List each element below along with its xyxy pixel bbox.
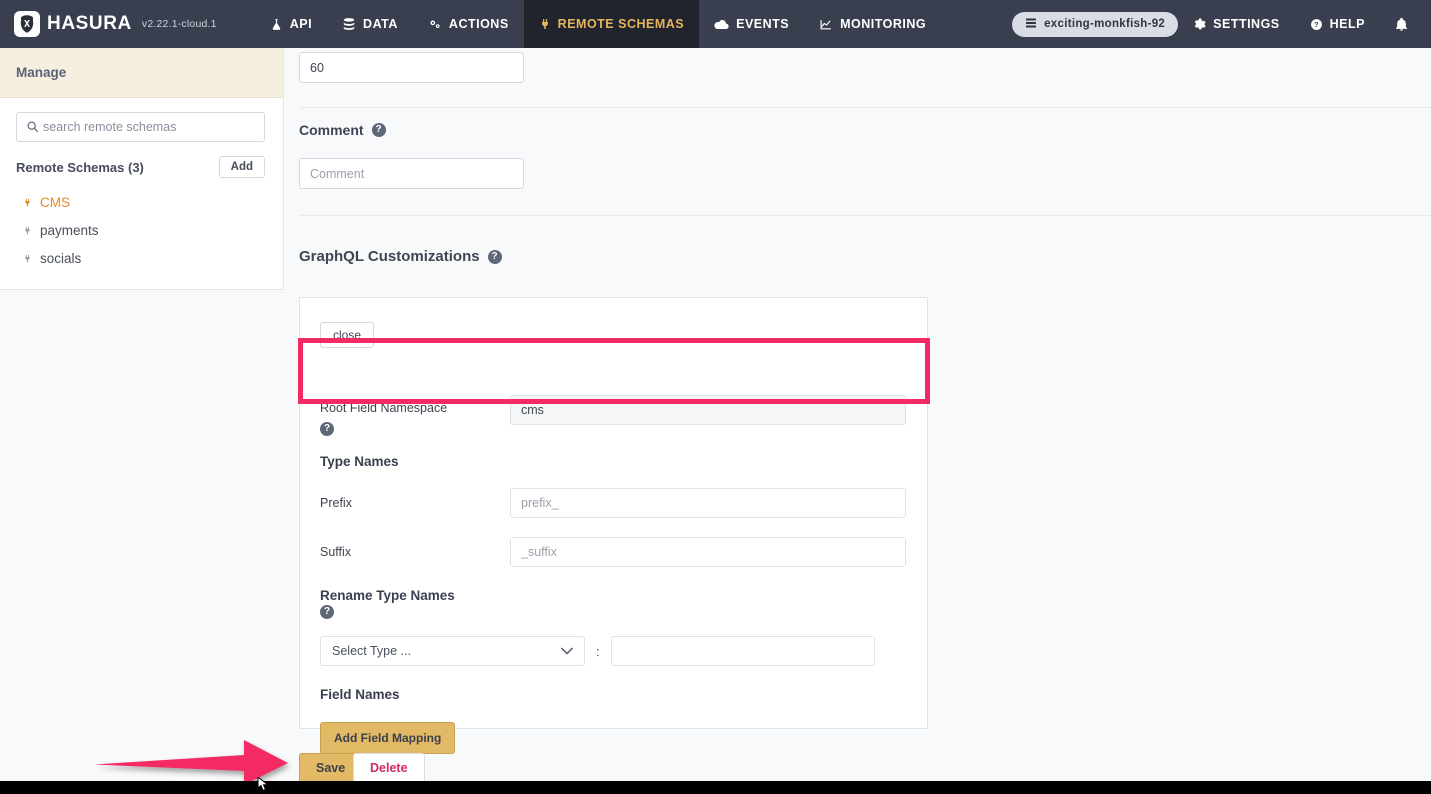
root-field-namespace-input[interactable]	[510, 395, 906, 425]
project-name: exciting-monkfish-92	[1044, 18, 1165, 30]
comment-input[interactable]	[299, 158, 524, 189]
hasura-logo-icon	[14, 11, 40, 37]
nav-item-remote-schemas-label: REMOTE SCHEMAS	[558, 17, 684, 31]
timeout-input[interactable]	[299, 52, 524, 83]
search-box[interactable]	[16, 112, 265, 142]
plug-icon	[22, 225, 32, 236]
flask-icon	[270, 18, 283, 31]
sidebar: Manage Remote Schemas (3) Add CMS	[0, 48, 284, 290]
server-stack-icon	[1025, 17, 1037, 32]
nav-item-monitoring-label: MONITORING	[840, 17, 926, 31]
cloud-icon	[714, 18, 729, 30]
nav-item-api[interactable]: API	[255, 0, 327, 48]
sidebar-item-socials-label: socials	[40, 251, 81, 266]
sidebar-item-socials[interactable]: socials	[10, 244, 283, 272]
graphql-customizations-title: GraphQL Customizations ?	[299, 248, 502, 265]
add-remote-schema-button[interactable]: Add	[219, 156, 265, 178]
version-label: v2.22.1-cloud.1	[142, 18, 217, 30]
nav-item-data[interactable]: DATA	[327, 0, 413, 48]
sidebar-item-cms[interactable]: CMS	[10, 188, 283, 216]
divider-2	[299, 215, 1431, 216]
brand-name: HASURA	[47, 13, 132, 35]
nav-item-help[interactable]: ? HELP	[1295, 0, 1380, 48]
sidebar-item-cms-label: CMS	[40, 195, 70, 210]
nav-items: API DATA ACTIONS REMOTE SCHEMAS	[255, 0, 941, 48]
app-root: HASURA v2.22.1-cloud.1 API DATA ACTIO	[0, 0, 1431, 794]
nav-item-events[interactable]: EVENTS	[699, 0, 804, 48]
close-button[interactable]: close	[320, 322, 374, 348]
select-type-value: Select Type ...	[332, 644, 411, 658]
graphql-customizations-label: GraphQL Customizations	[299, 248, 480, 265]
customizations-panel: close Root Field Namespace ? Type Names …	[299, 297, 928, 729]
project-selector[interactable]: exciting-monkfish-92	[1012, 12, 1178, 37]
divider-1	[299, 107, 1431, 108]
gears-icon	[428, 18, 442, 31]
nav-item-settings-label: SETTINGS	[1213, 17, 1280, 31]
comment-section-title: Comment ?	[299, 122, 386, 138]
prefix-input[interactable]	[510, 488, 906, 518]
schema-list: CMS payments socials	[0, 178, 283, 272]
gear-icon	[1193, 18, 1206, 31]
top-navigation-bar: HASURA v2.22.1-cloud.1 API DATA ACTIO	[0, 0, 1431, 48]
select-type-dropdown[interactable]: Select Type ...	[320, 636, 585, 666]
plug-icon	[22, 197, 32, 208]
sidebar-header-label: Manage	[16, 65, 66, 80]
add-field-mapping-button[interactable]: Add Field Mapping	[320, 722, 455, 754]
question-circle-icon: ?	[1310, 18, 1323, 31]
nav-item-remote-schemas[interactable]: REMOTE SCHEMAS	[524, 0, 699, 48]
nav-item-actions[interactable]: ACTIONS	[413, 0, 524, 48]
chart-icon	[819, 18, 833, 31]
sidebar-item-payments[interactable]: payments	[10, 216, 283, 244]
sidebar-header: Manage	[0, 48, 283, 98]
nav-item-api-label: API	[290, 17, 312, 31]
nav-item-data-label: DATA	[363, 17, 398, 31]
search-icon	[26, 120, 39, 138]
bell-icon[interactable]	[1380, 17, 1417, 32]
arrow-annotation	[92, 738, 292, 786]
nav-item-help-label: HELP	[1330, 17, 1365, 31]
suffix-label: Suffix	[320, 545, 510, 559]
help-icon[interactable]: ?	[320, 422, 334, 436]
sidebar-item-payments-label: payments	[40, 223, 99, 238]
brand[interactable]: HASURA v2.22.1-cloud.1	[0, 11, 217, 37]
nav-right-group: exciting-monkfish-92 SETTINGS ? HELP	[1012, 0, 1431, 48]
remote-schemas-header: Remote Schemas (3) Add	[0, 142, 283, 178]
plug-icon	[539, 17, 551, 31]
root-field-namespace-row: Root Field Namespace ?	[320, 395, 906, 436]
chevron-down-icon	[561, 644, 573, 658]
help-icon[interactable]: ?	[488, 250, 502, 264]
field-names-label: Field Names	[320, 687, 400, 702]
help-icon[interactable]: ?	[320, 605, 334, 619]
plug-icon	[22, 253, 32, 264]
nav-item-settings[interactable]: SETTINGS	[1178, 0, 1295, 48]
prefix-row: Prefix	[320, 488, 906, 518]
rename-type-row: Select Type ... :	[320, 636, 875, 666]
root-field-namespace-label: Root Field Namespace	[320, 401, 510, 415]
rename-type-value-input[interactable]	[611, 636, 875, 666]
suffix-row: Suffix	[320, 537, 906, 567]
prefix-label: Prefix	[320, 496, 510, 510]
svg-text:?: ?	[1314, 20, 1319, 29]
rename-type-names-label: Rename Type Names	[320, 588, 455, 603]
nav-item-actions-label: ACTIONS	[449, 17, 509, 31]
delete-button[interactable]: Delete	[353, 753, 425, 783]
suffix-input[interactable]	[510, 537, 906, 567]
database-icon	[342, 17, 356, 31]
nav-item-events-label: EVENTS	[736, 17, 789, 31]
bottom-black-bar	[0, 781, 1431, 794]
nav-item-monitoring[interactable]: MONITORING	[804, 0, 941, 48]
main-content: Comment ? GraphQL Customizations ? close…	[285, 48, 1431, 794]
search-wrapper	[0, 98, 283, 142]
help-icon[interactable]: ?	[372, 123, 386, 137]
comment-label: Comment	[299, 122, 364, 138]
search-input[interactable]	[17, 113, 264, 141]
type-names-label: Type Names	[320, 454, 399, 469]
remote-schemas-title: Remote Schemas (3)	[16, 160, 144, 175]
rename-separator: :	[596, 644, 600, 659]
